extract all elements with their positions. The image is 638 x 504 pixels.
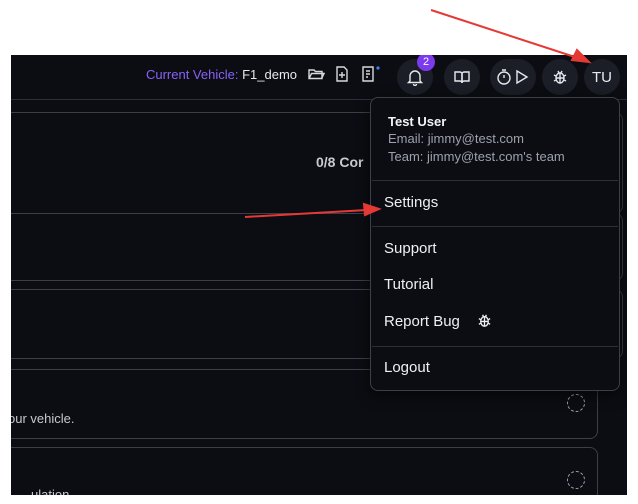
folder-open-icon[interactable] bbox=[307, 65, 326, 83]
task-status-icon bbox=[567, 471, 585, 489]
user-email: Email: jimmy@test.com bbox=[388, 131, 524, 146]
docs-button[interactable] bbox=[444, 59, 480, 95]
menu-item-settings[interactable]: Settings bbox=[384, 194, 438, 211]
task-status-icon bbox=[567, 394, 585, 412]
bug-icon bbox=[553, 70, 567, 84]
user-menu: Test User Email: jimmy@test.com Team: ji… bbox=[370, 97, 620, 391]
app-window: Current Vehicle: F1_demo 2 TU 0/8 Cor ou… bbox=[11, 55, 627, 495]
bug-icon bbox=[478, 314, 491, 327]
menu-divider bbox=[372, 346, 618, 347]
task-card-text: ulation bbox=[31, 487, 70, 495]
menu-item-logout[interactable]: Logout bbox=[384, 359, 430, 376]
notification-badge: 2 bbox=[417, 55, 435, 71]
menu-item-report-bug[interactable]: Report Bug bbox=[384, 312, 493, 330]
file-add-icon[interactable] bbox=[333, 65, 351, 83]
user-name: Test User bbox=[388, 114, 447, 129]
menu-item-report-bug-label: Report Bug bbox=[384, 313, 460, 330]
progress-text: 0/8 Cor bbox=[316, 154, 364, 170]
current-vehicle-name: F1_demo bbox=[242, 67, 297, 82]
book-open-icon bbox=[454, 71, 470, 84]
report-bug-button[interactable] bbox=[542, 59, 578, 95]
task-card[interactable] bbox=[11, 447, 598, 495]
menu-divider bbox=[372, 226, 618, 227]
bell-icon bbox=[406, 70, 424, 86]
task-card-text: our vehicle. bbox=[11, 411, 75, 426]
notifications-button[interactable]: 2 bbox=[397, 55, 435, 95]
annotation-arrow-avatar bbox=[430, 9, 579, 59]
menu-divider bbox=[372, 180, 618, 181]
timer-icon bbox=[497, 69, 511, 85]
menu-item-support[interactable]: Support bbox=[384, 240, 437, 257]
play-icon bbox=[516, 69, 529, 85]
file-edit-icon[interactable] bbox=[360, 65, 380, 83]
top-bar: Current Vehicle: F1_demo 2 TU bbox=[11, 55, 627, 100]
menu-item-tutorial[interactable]: Tutorial bbox=[384, 276, 433, 293]
user-team: Team: jimmy@test.com's team bbox=[388, 149, 565, 164]
current-vehicle: Current Vehicle: F1_demo bbox=[146, 67, 297, 82]
user-avatar-button[interactable]: TU bbox=[584, 59, 620, 95]
run-simulation-button[interactable] bbox=[490, 59, 536, 95]
current-vehicle-label: Current Vehicle: bbox=[145, 67, 239, 82]
